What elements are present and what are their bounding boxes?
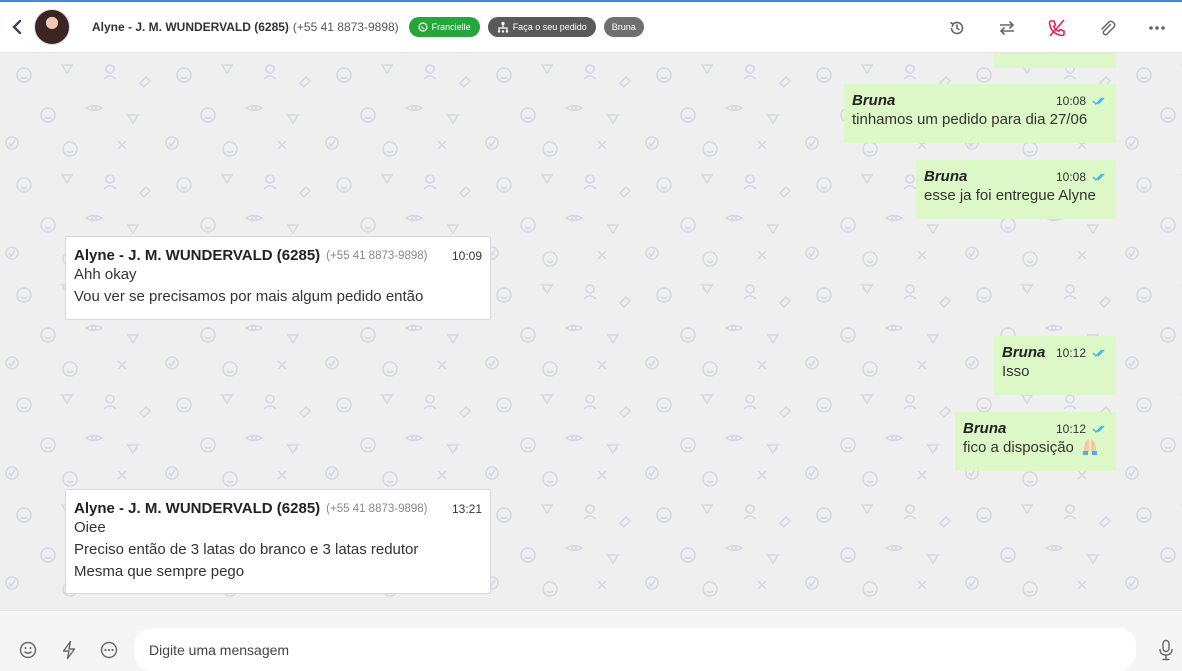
message-author: Bruna	[963, 420, 1007, 437]
more-button[interactable]	[1132, 2, 1182, 53]
microphone-icon	[1159, 639, 1173, 661]
contact-name: Alyne - J. M. WUNDERVALD (6285)	[92, 20, 289, 34]
message-time: 13:21	[451, 501, 482, 516]
message-text: Preciso então de 3 latas do branco e 3 l…	[74, 541, 419, 558]
chat-area[interactable]: Bruna 10:08 tinhamos um pedido para dia …	[0, 53, 1182, 610]
history-icon	[950, 21, 964, 34]
chat-header: Alyne - J. M. WUNDERVALD (6285) (+55 41 …	[0, 0, 1182, 53]
message-meta: Alyne - J. M. WUNDERVALD (6285) (+55 41 …	[74, 500, 482, 517]
message-input[interactable]	[134, 628, 1136, 671]
tag-label: Bruna	[611, 22, 636, 32]
message-text: Oiee	[74, 519, 106, 536]
message-text: tinhamos um pedido para dia 27/06	[852, 111, 1088, 128]
read-ticks-icon	[1092, 424, 1108, 434]
tag-label: Faça o seu pedido	[512, 22, 587, 32]
message-bubble-outgoing[interactable]: Bruna 10:08 tinhamos um pedido para dia …	[844, 84, 1116, 143]
message-author: Bruna	[924, 168, 968, 185]
emoji-button[interactable]	[17, 639, 39, 661]
tag-francielle[interactable]: Francielle	[408, 17, 480, 37]
message-bubble-outgoing[interactable]: Bruna 10:12 Isso	[994, 336, 1116, 395]
message-author: Alyne - J. M. WUNDERVALD (6285)	[74, 500, 321, 517]
message-author-phone: (+55 41 8873-9898)	[326, 249, 428, 262]
read-ticks-icon	[1092, 348, 1108, 358]
message-time: 10:09	[451, 248, 482, 263]
quick-reply-button[interactable]	[58, 639, 80, 661]
message-text: Vou ver se precisamos por mais algum ped…	[74, 288, 424, 305]
message-author-phone: (+55 41 8873-9898)	[326, 502, 428, 515]
attach-icon	[1101, 20, 1116, 35]
message-text: esse ja foi entregue Alyne	[924, 187, 1096, 204]
message-bubble-incoming[interactable]: Alyne - J. M. WUNDERVALD (6285) (+55 41 …	[65, 489, 491, 594]
message-meta: Bruna 10:08	[924, 168, 1108, 185]
transfer-icon	[999, 20, 1015, 35]
message-text-row: fico a disposição	[963, 437, 1108, 459]
microphone-button[interactable]	[1155, 639, 1177, 661]
message-text: fico a disposição	[963, 439, 1074, 456]
message-meta: Bruna 10:08	[852, 92, 1108, 109]
more-options-button[interactable]	[98, 639, 120, 661]
folded-hands-emoji-icon	[1083, 439, 1098, 455]
tag-label: Francielle	[431, 22, 471, 32]
message-time: 10:08	[1055, 169, 1086, 184]
message-composer	[0, 610, 1182, 671]
message-author: Alyne - J. M. WUNDERVALD (6285)	[74, 247, 321, 264]
flow-icon	[497, 21, 508, 33]
message-time: 10:12	[1055, 345, 1086, 360]
back-button[interactable]	[0, 2, 34, 53]
message-meta: Bruna 10:12	[963, 420, 1108, 437]
message-text: Ahh okay	[74, 266, 137, 283]
header-actions	[932, 2, 1182, 53]
transfer-button[interactable]	[982, 2, 1032, 53]
tag-flow[interactable]: Faça o seu pedido	[487, 17, 596, 37]
message-time: 10:12	[1055, 421, 1086, 436]
message-bubble-outgoing[interactable]: Bruna 10:12 fico a disposição	[955, 412, 1116, 471]
emoji-icon	[19, 641, 37, 659]
message-author: Bruna	[852, 92, 896, 109]
message-bubble-outgoing[interactable]: Bruna 10:08 esse ja foi entregue Alyne	[916, 160, 1116, 219]
more-icon	[1149, 25, 1165, 30]
read-ticks-icon	[1092, 172, 1108, 182]
tag-bruna[interactable]: Bruna	[603, 17, 644, 37]
more-options-icon	[100, 641, 118, 659]
message-meta: Alyne - J. M. WUNDERVALD (6285) (+55 41 …	[74, 247, 482, 264]
read-ticks-icon	[1092, 96, 1108, 106]
end-call-icon	[1048, 18, 1065, 37]
end-call-button[interactable]	[1032, 2, 1082, 53]
whatsapp-icon	[418, 22, 428, 32]
message-text: Mesma que sempre pego	[74, 563, 245, 580]
message-author: Bruna	[1002, 344, 1046, 361]
message-bubble-partial	[994, 53, 1116, 68]
contact-phone: (+55 41 8873-9898)	[292, 20, 399, 34]
avatar[interactable]	[34, 9, 70, 45]
chevron-left-icon	[12, 20, 22, 34]
history-button[interactable]	[932, 2, 982, 53]
message-time: 10:08	[1055, 93, 1086, 108]
message-text: Isso	[1002, 363, 1030, 380]
message-meta: Bruna 10:12	[1002, 344, 1108, 361]
quick-reply-icon	[62, 640, 76, 660]
message-bubble-incoming[interactable]: Alyne - J. M. WUNDERVALD (6285) (+55 41 …	[65, 236, 491, 320]
attach-button[interactable]	[1082, 2, 1132, 53]
